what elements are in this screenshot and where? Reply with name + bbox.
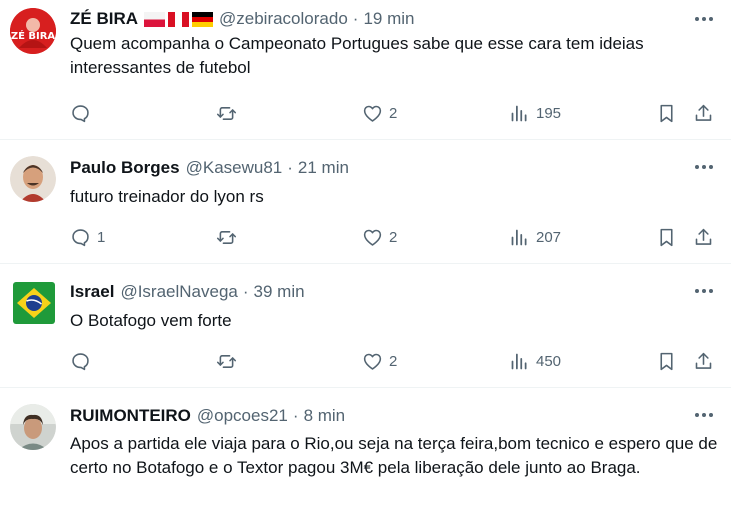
- reply-count: 1: [97, 228, 106, 246]
- avatar[interactable]: ZÉ BIRA: [10, 8, 56, 54]
- tweet-header: Israel @IsraelNavega · 39 min: [70, 280, 305, 304]
- views-button[interactable]: 207: [509, 224, 561, 250]
- tweet-time[interactable]: 39 min: [254, 282, 305, 302]
- avatar-logo-text: ZÉ BIRA: [11, 29, 56, 42]
- author-handle[interactable]: @Kasewu81: [186, 158, 283, 178]
- bookmark-button[interactable]: [656, 224, 677, 250]
- like-button[interactable]: 2: [362, 348, 397, 374]
- like-count: 2: [389, 352, 398, 370]
- view-count: 195: [536, 104, 562, 122]
- retweet-button[interactable]: [216, 348, 243, 374]
- more-icon: [695, 17, 713, 21]
- reply-button[interactable]: 1: [70, 224, 105, 250]
- heart-icon: [363, 105, 382, 122]
- reply-icon: [72, 352, 89, 370]
- views-icon: [511, 105, 527, 121]
- heart-icon: [363, 353, 382, 370]
- more-options-button[interactable]: [693, 404, 715, 426]
- share-icon: [695, 228, 712, 245]
- like-button[interactable]: 2: [362, 100, 397, 126]
- more-options-button[interactable]: [693, 8, 715, 30]
- tweet[interactable]: Israel @IsraelNavega · 39 min O Botafogo…: [0, 264, 731, 388]
- tweet-text: Apos a partida ele viaja para o Rio,ou s…: [70, 434, 723, 477]
- germany-flag-icon: [192, 11, 213, 27]
- author-name[interactable]: Israel: [70, 282, 114, 302]
- share-icon: [695, 104, 712, 121]
- bookmark-icon: [660, 104, 673, 122]
- tweet-header: RUIMONTEIRO @opcoes21 · 8 min: [70, 404, 345, 428]
- reply-icon: [72, 104, 89, 122]
- avatar[interactable]: [13, 282, 55, 324]
- tweet-text: futuro treinador do lyon rs: [70, 187, 264, 206]
- tweet-time[interactable]: 8 min: [304, 406, 346, 426]
- views-icon: [511, 229, 527, 245]
- bookmark-button[interactable]: [656, 100, 677, 126]
- author-name[interactable]: RUIMONTEIRO: [70, 406, 191, 426]
- separator-dot: ·: [242, 282, 249, 301]
- tweet-feed: ZÉ BIRA ZÉ BIRA @zebiracolorado · 19 min…: [0, 0, 731, 509]
- view-count: 207: [536, 228, 562, 246]
- poland-flag-icon: [144, 11, 165, 27]
- tweet-header: Paulo Borges @Kasewu81 · 21 min: [70, 156, 349, 180]
- author-name[interactable]: Paulo Borges: [70, 158, 180, 178]
- views-button[interactable]: 195: [509, 100, 561, 126]
- bookmark-icon: [660, 352, 673, 370]
- separator-dot: ·: [292, 406, 299, 425]
- retweet-icon: [216, 230, 237, 244]
- separator-dot: ·: [287, 158, 293, 177]
- more-icon: [695, 413, 713, 417]
- more-icon: [695, 289, 713, 293]
- like-button[interactable]: 2: [362, 224, 397, 250]
- reply-button[interactable]: [70, 100, 97, 126]
- tweet-header: ZÉ BIRA @zebiracolorado · 19 min: [70, 7, 414, 31]
- name-flags: [144, 11, 213, 27]
- like-count: 2: [389, 104, 398, 122]
- share-icon: [695, 352, 712, 369]
- bookmark-button[interactable]: [656, 348, 677, 374]
- heart-icon: [363, 229, 382, 246]
- retweet-icon: [216, 106, 237, 120]
- reply-button[interactable]: [70, 348, 97, 374]
- author-handle[interactable]: @IsraelNavega: [120, 282, 237, 302]
- tweet-time[interactable]: 21 min: [298, 158, 349, 178]
- tweet-text: Quem acompanha o Campeonato Portugues sa…: [70, 34, 649, 77]
- more-icon: [695, 165, 713, 169]
- share-button[interactable]: [693, 100, 714, 126]
- bookmark-icon: [660, 228, 673, 246]
- views-button[interactable]: 450: [509, 348, 561, 374]
- tweet-actions: 2 195: [0, 100, 731, 126]
- tweet[interactable]: ZÉ BIRA ZÉ BIRA @zebiracolorado · 19 min…: [0, 0, 731, 140]
- reply-icon: [72, 228, 89, 246]
- separator-dot: ·: [352, 9, 359, 28]
- retweet-button[interactable]: [216, 224, 243, 250]
- views-icon: [511, 353, 527, 369]
- share-button[interactable]: [693, 348, 714, 374]
- tweet[interactable]: Paulo Borges @Kasewu81 · 21 min futuro t…: [0, 140, 731, 264]
- tweet[interactable]: RUIMONTEIRO @opcoes21 · 8 min Apos a par…: [0, 388, 731, 509]
- tweet-text: O Botafogo vem forte: [70, 311, 232, 330]
- tweet-actions: 1 2 207: [0, 224, 731, 250]
- author-handle[interactable]: @zebiracolorado: [219, 9, 348, 29]
- view-count: 450: [536, 352, 562, 370]
- share-button[interactable]: [693, 224, 714, 250]
- retweet-icon: [216, 354, 237, 368]
- more-options-button[interactable]: [693, 280, 715, 302]
- avatar[interactable]: [10, 156, 56, 202]
- tweet-time[interactable]: 19 min: [363, 9, 414, 29]
- tweet-actions: 2 450: [0, 348, 731, 374]
- avatar[interactable]: [10, 404, 56, 450]
- retweet-button[interactable]: [216, 100, 243, 126]
- more-options-button[interactable]: [693, 156, 715, 178]
- peru-flag-icon: [168, 11, 189, 27]
- like-count: 2: [389, 228, 398, 246]
- author-handle[interactable]: @opcoes21: [197, 406, 288, 426]
- author-name[interactable]: ZÉ BIRA: [70, 9, 138, 29]
